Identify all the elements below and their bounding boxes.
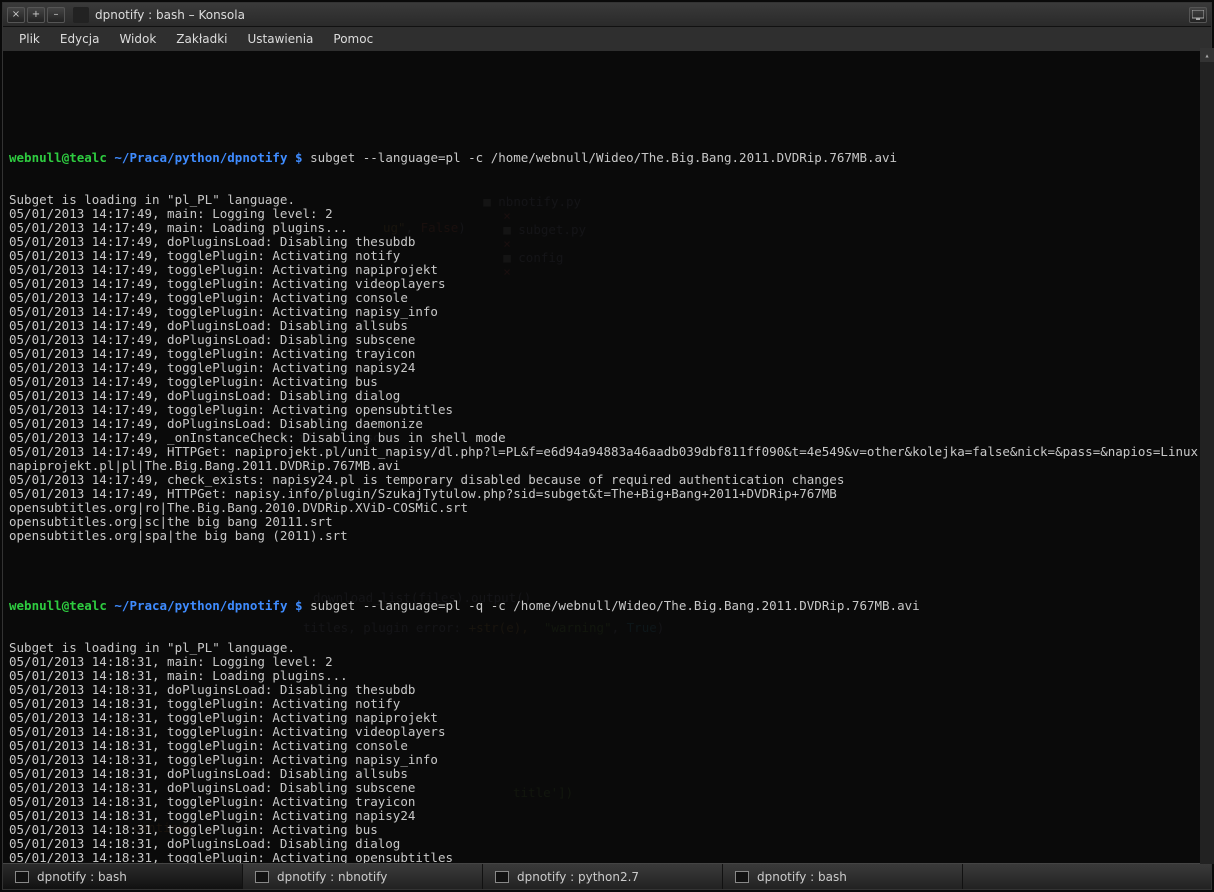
menubar: Plik Edycja Widok Zakładki Ustawienia Po… bbox=[3, 27, 1211, 51]
close-button[interactable]: × bbox=[7, 7, 25, 23]
output-line: 05/01/2013 14:18:31, togglePlugin: Activ… bbox=[9, 809, 1205, 823]
output-line: 05/01/2013 14:17:49, HTTPGet: napisy.inf… bbox=[9, 487, 1205, 501]
output-line: opensubtitles.org|ro|The.Big.Bang.2010.D… bbox=[9, 501, 1205, 515]
menu-widok[interactable]: Widok bbox=[109, 28, 166, 50]
monitor-icon[interactable] bbox=[1189, 7, 1207, 23]
output-line: 05/01/2013 14:18:31, togglePlugin: Activ… bbox=[9, 697, 1205, 711]
output-line: 05/01/2013 14:17:49, check_exists: napis… bbox=[9, 473, 1205, 487]
terminal-window: × + – dpnotify : bash – Konsola Plik Edy… bbox=[2, 2, 1212, 890]
output-line: 05/01/2013 14:18:31, togglePlugin: Activ… bbox=[9, 823, 1205, 837]
prompt-line: webnull@tealc ~/Praca/python/dpnotify $ … bbox=[9, 151, 1205, 165]
menu-plik[interactable]: Plik bbox=[9, 28, 50, 50]
output-line: 05/01/2013 14:17:49, doPluginsLoad: Disa… bbox=[9, 235, 1205, 249]
output-block-2: Subget is loading in "pl_PL" language.05… bbox=[9, 641, 1205, 863]
output-line: 05/01/2013 14:18:31, doPluginsLoad: Disa… bbox=[9, 683, 1205, 697]
terminal-icon bbox=[15, 871, 29, 883]
output-line: 05/01/2013 14:18:31, togglePlugin: Activ… bbox=[9, 711, 1205, 725]
output-line: opensubtitles.org|spa|the big bang (2011… bbox=[9, 529, 1205, 543]
output-line: 05/01/2013 14:18:31, togglePlugin: Activ… bbox=[9, 795, 1205, 809]
output-line: 05/01/2013 14:17:49, main: Loading plugi… bbox=[9, 221, 1205, 235]
output-line: Subget is loading in "pl_PL" language. bbox=[9, 193, 1205, 207]
maximize-button[interactable]: + bbox=[27, 7, 45, 23]
tab-label: dpnotify : nbnotify bbox=[277, 870, 387, 884]
output-line: 05/01/2013 14:18:31, togglePlugin: Activ… bbox=[9, 851, 1205, 863]
scroll-up-icon[interactable]: ▴ bbox=[1200, 48, 1214, 62]
output-line: 05/01/2013 14:17:49, doPluginsLoad: Disa… bbox=[9, 389, 1205, 403]
output-line: 05/01/2013 14:17:49, _onInstanceCheck: D… bbox=[9, 431, 1205, 445]
output-line: 05/01/2013 14:17:49, doPluginsLoad: Disa… bbox=[9, 319, 1205, 333]
output-line: 05/01/2013 14:17:49, togglePlugin: Activ… bbox=[9, 291, 1205, 305]
output-line: 05/01/2013 14:18:31, doPluginsLoad: Disa… bbox=[9, 767, 1205, 781]
tab-label: dpnotify : bash bbox=[37, 870, 127, 884]
tab-nbnotify[interactable]: dpnotify : nbnotify bbox=[243, 864, 483, 889]
terminal-icon bbox=[495, 871, 509, 883]
terminal-scrollbar[interactable]: ▴ bbox=[1200, 48, 1214, 864]
output-line: 05/01/2013 14:18:31, doPluginsLoad: Disa… bbox=[9, 781, 1205, 795]
output-line: 05/01/2013 14:18:31, main: Loading plugi… bbox=[9, 669, 1205, 683]
output-line: 05/01/2013 14:18:31, togglePlugin: Activ… bbox=[9, 739, 1205, 753]
output-block-1: Subget is loading in "pl_PL" language.05… bbox=[9, 193, 1205, 543]
menu-edycja[interactable]: Edycja bbox=[50, 28, 110, 50]
output-line: 05/01/2013 14:17:49, HTTPGet: napiprojek… bbox=[9, 445, 1205, 459]
terminal-icon bbox=[255, 871, 269, 883]
tab-bash-2[interactable]: dpnotify : bash bbox=[723, 864, 963, 889]
output-line: 05/01/2013 14:17:49, main: Logging level… bbox=[9, 207, 1205, 221]
tab-bash-1[interactable]: dpnotify : bash bbox=[3, 864, 243, 889]
output-line: 05/01/2013 14:17:49, doPluginsLoad: Disa… bbox=[9, 333, 1205, 347]
konsole-tab-bar: dpnotify : bash dpnotify : nbnotify dpno… bbox=[3, 863, 1211, 889]
output-line: 05/01/2013 14:18:31, main: Logging level… bbox=[9, 655, 1205, 669]
terminal-viewport[interactable]: ■ nbnotify.py × ■ subget.py × ■ config ×… bbox=[3, 51, 1211, 863]
output-line: napiprojekt.pl|pl|The.Big.Bang.2011.DVDR… bbox=[9, 459, 1205, 473]
menu-pomoc[interactable]: Pomoc bbox=[323, 28, 383, 50]
menu-zakladki[interactable]: Zakładki bbox=[166, 28, 237, 50]
minimize-button[interactable]: – bbox=[47, 7, 65, 23]
output-line: 05/01/2013 14:17:49, doPluginsLoad: Disa… bbox=[9, 417, 1205, 431]
output-line: 05/01/2013 14:17:49, togglePlugin: Activ… bbox=[9, 347, 1205, 361]
output-line: 05/01/2013 14:17:49, togglePlugin: Activ… bbox=[9, 263, 1205, 277]
window-controls: × + – bbox=[7, 7, 65, 23]
output-line: 05/01/2013 14:17:49, togglePlugin: Activ… bbox=[9, 305, 1205, 319]
app-icon bbox=[73, 7, 89, 23]
output-line: 05/01/2013 14:17:49, togglePlugin: Activ… bbox=[9, 277, 1205, 291]
output-line: 05/01/2013 14:17:49, togglePlugin: Activ… bbox=[9, 403, 1205, 417]
output-line: 05/01/2013 14:18:31, togglePlugin: Activ… bbox=[9, 725, 1205, 739]
output-line: 05/01/2013 14:18:31, togglePlugin: Activ… bbox=[9, 753, 1205, 767]
output-line: 05/01/2013 14:18:31, doPluginsLoad: Disa… bbox=[9, 837, 1205, 851]
tab-python[interactable]: dpnotify : python2.7 bbox=[483, 864, 723, 889]
output-line: 05/01/2013 14:17:49, togglePlugin: Activ… bbox=[9, 375, 1205, 389]
prompt-line: webnull@tealc ~/Praca/python/dpnotify $ … bbox=[9, 599, 1205, 613]
window-title: dpnotify : bash – Konsola bbox=[95, 8, 245, 22]
output-line: Subget is loading in "pl_PL" language. bbox=[9, 641, 1205, 655]
tab-label: dpnotify : python2.7 bbox=[517, 870, 639, 884]
output-line: opensubtitles.org|sc|the big bang 20111.… bbox=[9, 515, 1205, 529]
titlebar[interactable]: × + – dpnotify : bash – Konsola bbox=[3, 3, 1211, 27]
terminal-icon bbox=[735, 871, 749, 883]
tab-label: dpnotify : bash bbox=[757, 870, 847, 884]
menu-ustawienia[interactable]: Ustawienia bbox=[237, 28, 323, 50]
output-line: 05/01/2013 14:17:49, togglePlugin: Activ… bbox=[9, 361, 1205, 375]
output-line: 05/01/2013 14:17:49, togglePlugin: Activ… bbox=[9, 249, 1205, 263]
